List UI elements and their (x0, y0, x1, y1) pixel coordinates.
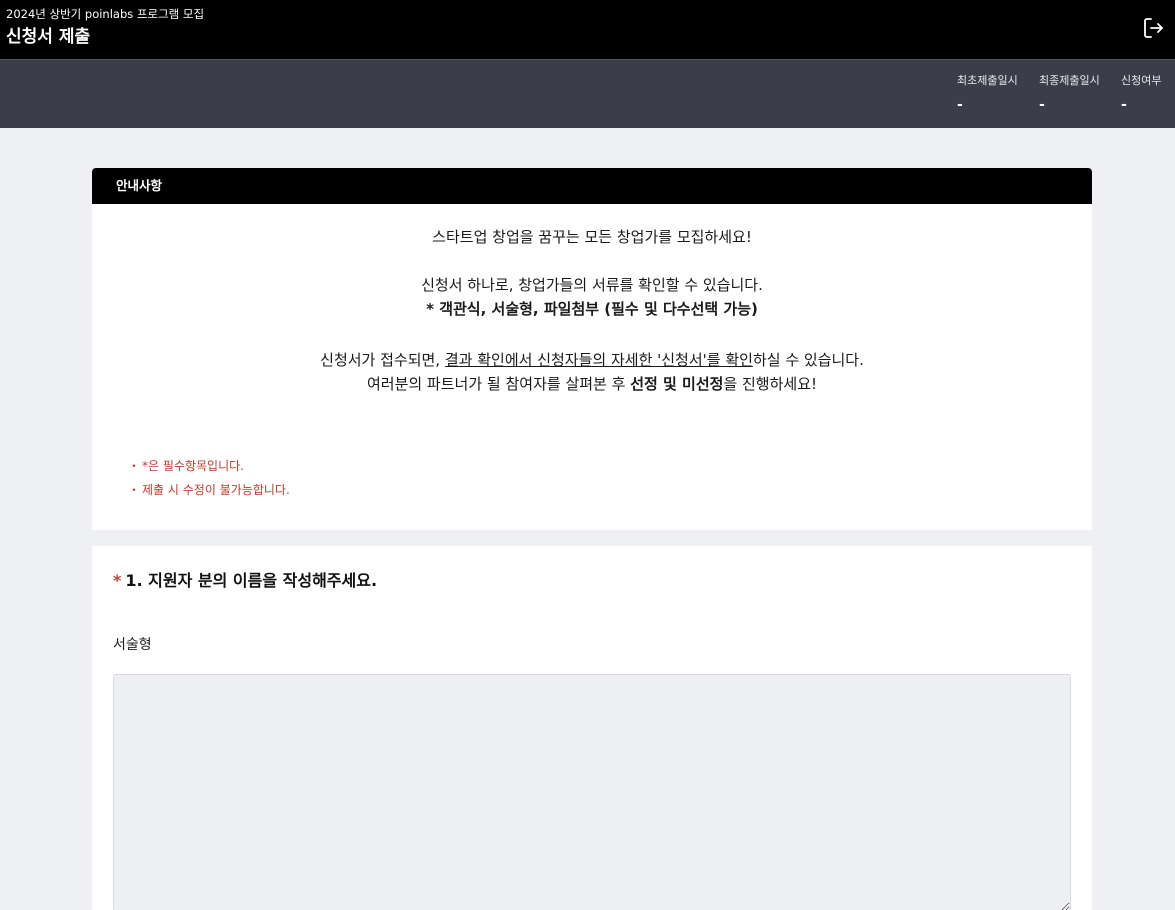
notice-line-3: * 객관식, 서술형, 파일첨부 (필수 및 다수선택 가능) (426, 300, 758, 318)
first-submit-status: 최초제출일시 - (957, 73, 1018, 115)
application-status: 신청여부 - (1121, 73, 1161, 115)
notice-block-3: 신청서가 접수되면, 결과 확인에서 신청자들의 자세한 '신청서'를 확인하실… (92, 348, 1092, 396)
required-mark: * (113, 571, 122, 590)
notice-line-4-pre: 신청서가 접수되면, (320, 351, 445, 369)
question-card: * 1. 지원자 분의 이름을 작성해주세요. 서술형 (92, 546, 1092, 910)
first-submit-label: 최초제출일시 (957, 74, 1018, 87)
last-submit-value: - (1039, 97, 1045, 113)
question-title: * 1. 지원자 분의 이름을 작성해주세요. (113, 570, 377, 592)
note-required: *은 필수항목입니다. (128, 454, 290, 478)
application-status-label: 신청여부 (1121, 74, 1162, 87)
note-no-edit: 제출 시 수정이 불가능합니다. (128, 478, 290, 502)
notice-line-2: 신청서 하나로, 창업가들의 서류를 확인할 수 있습니다. (421, 276, 763, 294)
result-check-link[interactable]: 결과 확인에서 신청자들의 자세한 '신청서'를 확인 (445, 351, 753, 369)
notice-line-5: 여러분의 파트너가 될 참여자를 살펴본 후 선정 및 미선정을 진행하세요! (92, 372, 1092, 396)
notice-card: 안내사항 스타트업 창업을 꿈꾸는 모든 창업가를 모집하세요! 신청서 하나로… (92, 168, 1092, 530)
answer-textarea[interactable] (113, 674, 1071, 910)
notice-line-1: 스타트업 창업을 꿈꾸는 모든 창업가를 모집하세요! (432, 228, 752, 246)
notice-notes: *은 필수항목입니다. 제출 시 수정이 불가능합니다. (128, 454, 290, 502)
notice-line-5-pre: 여러분의 파트너가 될 참여자를 살펴본 후 (366, 375, 631, 393)
question-title-text: 1. 지원자 분의 이름을 작성해주세요. (125, 571, 378, 590)
status-bar: 최초제출일시 - 최종제출일시 - 신청여부 - (0, 59, 1175, 128)
notice-heading: 안내사항 (92, 168, 1092, 204)
page-title: 신청서 제출 (6, 27, 91, 47)
notice-block-2: 신청서 하나로, 창업가들의 서류를 확인할 수 있습니다. * 객관식, 서술… (92, 273, 1092, 321)
top-header: 2024년 상반기 poinlabs 프로그램 모집 신청서 제출 (0, 0, 1175, 59)
last-submit-label: 최종제출일시 (1039, 74, 1100, 87)
logout-icon[interactable] (1141, 16, 1165, 40)
last-submit-status: 최종제출일시 - (1039, 73, 1100, 115)
notice-line-4: 신청서가 접수되면, 결과 확인에서 신청자들의 자세한 '신청서'를 확인하실… (92, 348, 1092, 372)
application-status-value: - (1121, 97, 1127, 113)
notice-line-4-post: 하실 수 있습니다. (752, 351, 864, 369)
program-subtitle: 2024년 상반기 poinlabs 프로그램 모집 (6, 7, 205, 21)
question-type-label: 서술형 (113, 637, 152, 653)
first-submit-value: - (957, 97, 963, 113)
notice-line-5-post: 을 진행하세요! (723, 375, 818, 393)
notice-line-5-bold: 선정 및 미선정 (630, 375, 724, 393)
